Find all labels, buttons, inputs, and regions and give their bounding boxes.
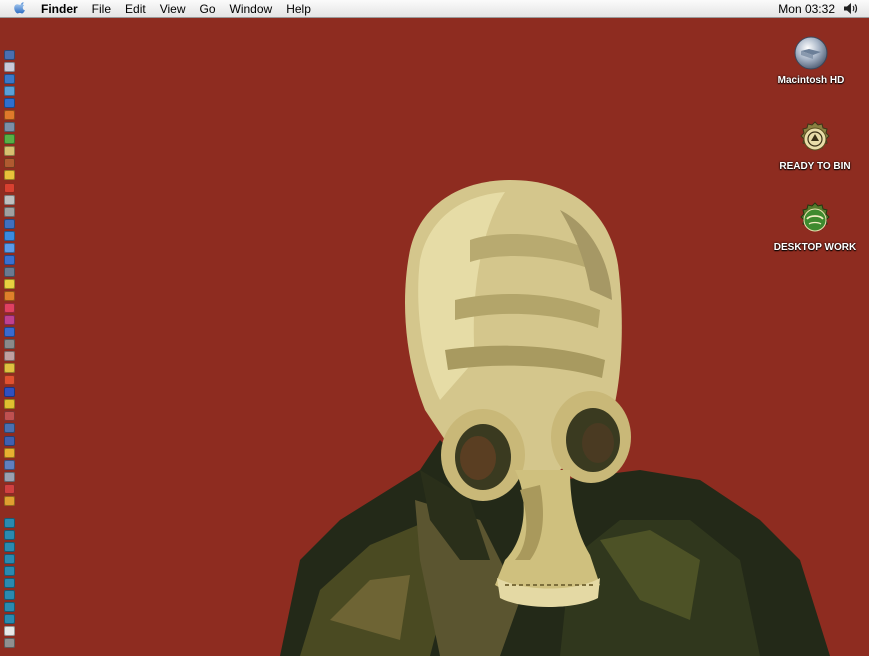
dock-app-icon[interactable] xyxy=(4,74,15,85)
dock-app-icon[interactable] xyxy=(4,459,15,470)
dock-app-icon[interactable] xyxy=(4,447,15,458)
bottle-cap-icon xyxy=(800,121,830,151)
dock-app-icon[interactable] xyxy=(4,483,15,494)
dock-app-icon[interactable] xyxy=(4,471,15,482)
dock-app-icon[interactable] xyxy=(4,50,15,60)
dock-app-icon[interactable] xyxy=(4,399,15,410)
dock-app-icon[interactable] xyxy=(4,638,15,649)
menu-window[interactable]: Window xyxy=(223,2,280,16)
dock-app-icon[interactable] xyxy=(4,302,15,313)
menu-bar: Finder File Edit View Go Window Help Mon… xyxy=(0,0,869,18)
dock-app-icon[interactable] xyxy=(4,278,15,289)
dock-app-icon[interactable] xyxy=(4,170,15,181)
desktop-icon-ready-to-bin[interactable]: READY TO BIN xyxy=(765,120,865,172)
dock-app-icon[interactable] xyxy=(4,411,15,422)
dock-app-icon[interactable] xyxy=(4,290,15,301)
desktop-icon-macintosh-hd[interactable]: Macintosh HD xyxy=(761,34,861,86)
dock-app-icon[interactable] xyxy=(4,110,15,121)
dock-app-icon[interactable] xyxy=(4,339,15,350)
dock-app-icon[interactable] xyxy=(4,266,15,277)
menu-help[interactable]: Help xyxy=(279,2,318,16)
dock-app-icon[interactable] xyxy=(4,182,15,193)
dock-app-icon[interactable] xyxy=(4,194,15,205)
dock-app-icon[interactable] xyxy=(4,423,15,434)
menu-app-finder[interactable]: Finder xyxy=(41,2,85,16)
hard-drive-icon xyxy=(794,36,828,70)
dock-app-icon[interactable] xyxy=(4,435,15,446)
dock-app-icon[interactable] xyxy=(4,327,15,338)
dock-app-icon[interactable] xyxy=(4,363,15,374)
dock-app-icon[interactable] xyxy=(4,134,15,145)
dock-app-icon[interactable] xyxy=(4,375,15,386)
dock-app-icon[interactable] xyxy=(4,218,15,229)
dock-app-icon[interactable] xyxy=(4,242,15,253)
desktop-icon-label: Macintosh HD xyxy=(777,75,845,86)
dock-app-icon[interactable] xyxy=(4,158,15,169)
dock-app-icon[interactable] xyxy=(4,517,15,528)
dock-app-icon[interactable] xyxy=(4,590,15,601)
dock-app-icon[interactable] xyxy=(4,86,15,97)
apple-icon[interactable] xyxy=(14,2,27,15)
dock-app-icon[interactable] xyxy=(4,541,15,552)
dock-app-icon[interactable] xyxy=(4,602,15,613)
dock xyxy=(3,50,16,650)
dock-app-icon[interactable] xyxy=(4,315,15,326)
menu-edit[interactable]: Edit xyxy=(118,2,153,16)
dock-app-icon[interactable] xyxy=(4,529,15,540)
menu-view[interactable]: View xyxy=(153,2,193,16)
dock-app-icon[interactable] xyxy=(4,146,15,157)
speaker-icon[interactable] xyxy=(843,2,859,15)
dock-app-icon[interactable] xyxy=(4,206,15,217)
dock-app-icon[interactable] xyxy=(4,122,15,133)
dock-app-icon[interactable] xyxy=(4,495,15,506)
dock-app-icon[interactable] xyxy=(4,565,15,576)
menu-extras: Mon 03:32 xyxy=(778,2,869,16)
dock-app-icon[interactable] xyxy=(4,98,15,109)
carlsberg-cap-icon xyxy=(800,202,830,232)
dock-app-icon[interactable] xyxy=(4,254,15,265)
dock-app-icon[interactable] xyxy=(4,578,15,589)
desktop-icon-label: DESKTOP WORK xyxy=(773,242,857,253)
dock-app-icon[interactable] xyxy=(4,62,15,73)
dock-app-icon[interactable] xyxy=(4,614,15,625)
menu-go[interactable]: Go xyxy=(193,2,223,16)
dock-app-icon[interactable] xyxy=(4,626,15,637)
menu-file[interactable]: File xyxy=(85,2,118,16)
dock-app-icon[interactable] xyxy=(4,230,15,241)
dock-app-icon[interactable] xyxy=(4,553,15,564)
dock-app-icon[interactable] xyxy=(4,387,15,398)
gas-mask-wallpaper xyxy=(280,180,830,656)
menu-clock[interactable]: Mon 03:32 xyxy=(778,2,835,16)
desktop-icon-label: READY TO BIN xyxy=(779,161,851,172)
dock-app-icon[interactable] xyxy=(4,351,15,362)
desktop-icon-desktop-work[interactable]: DESKTOP WORK xyxy=(765,201,865,253)
